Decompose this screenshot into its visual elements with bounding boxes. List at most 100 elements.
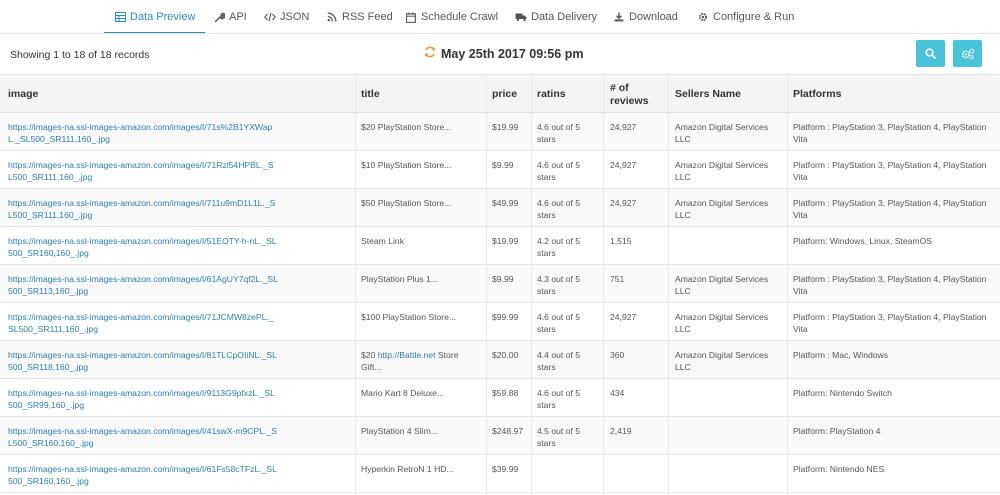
column-header-image[interactable]: image bbox=[8, 75, 38, 114]
price-cell: $49.99 bbox=[492, 198, 519, 208]
tab-data-delivery[interactable]: Data Delivery bbox=[515, 0, 597, 34]
calendar-icon bbox=[405, 11, 417, 23]
truck-icon bbox=[515, 11, 527, 23]
timestamp-text: May 25th 2017 09:56 pm bbox=[441, 46, 584, 61]
seller-cell: Amazon Digital Services LLC bbox=[675, 274, 769, 296]
tab-json[interactable]: JSON bbox=[264, 0, 309, 34]
tab-configure-run[interactable]: Configure & Run bbox=[697, 0, 794, 34]
image-url-link[interactable]: https://images-na.ssl-images-amazon.com/… bbox=[8, 311, 278, 335]
refresh-icon[interactable] bbox=[424, 46, 436, 61]
image-url-link[interactable]: https://images-na.ssl-images-amazon.com/… bbox=[8, 235, 278, 259]
tab-label: Schedule Crawl bbox=[421, 11, 499, 23]
image-url-link[interactable]: https://images-na.ssl-images-amazon.com/… bbox=[8, 273, 278, 297]
table-row[interactable]: https://images-na.ssl-images-amazon.com/… bbox=[0, 417, 1000, 455]
reviews-cell: 1,515 bbox=[610, 236, 632, 246]
image-url-link[interactable]: https://images-na.ssl-images-amazon.com/… bbox=[8, 387, 278, 411]
price-cell: $20.00 bbox=[492, 350, 519, 360]
search-button[interactable] bbox=[916, 40, 945, 67]
price-cell: $99.99 bbox=[492, 312, 519, 322]
reviews-cell: 2,419 bbox=[610, 426, 632, 436]
gear-icon bbox=[697, 11, 709, 23]
platforms-cell: Platform : PlayStation 3, PlayStation 4,… bbox=[793, 312, 987, 334]
title-cell: $100 PlayStation Store... bbox=[361, 312, 457, 322]
download-icon bbox=[613, 11, 625, 23]
platforms-cell: Platform : Mac, Windows bbox=[793, 350, 889, 360]
reviews-cell: 751 bbox=[610, 274, 625, 284]
tab-label: Configure & Run bbox=[713, 11, 795, 23]
image-url-link[interactable]: https://images-na.ssl-images-amazon.com/… bbox=[8, 463, 278, 487]
reviews-cell: 360 bbox=[610, 350, 625, 360]
title-cell: Mario Kart 8 Deluxe... bbox=[361, 388, 445, 398]
column-divider bbox=[787, 74, 788, 495]
table-row[interactable]: https://images-na.ssl-images-amazon.com/… bbox=[0, 455, 1000, 493]
column-divider bbox=[668, 74, 669, 495]
price-cell: $9.99 bbox=[492, 274, 514, 284]
crawl-timestamp: May 25th 2017 09:56 pm bbox=[424, 46, 583, 61]
price-cell: $9.99 bbox=[492, 160, 514, 170]
column-header-sellers-name[interactable]: Sellers Name bbox=[675, 75, 741, 114]
column-divider bbox=[603, 74, 604, 495]
platforms-cell: Platform: Nintendo NES bbox=[793, 464, 885, 474]
column-header-title[interactable]: title bbox=[361, 75, 380, 114]
title-prefix: $20 bbox=[361, 350, 378, 360]
image-url-link[interactable]: https://images-na.ssl-images-amazon.com/… bbox=[8, 197, 278, 221]
table-row[interactable]: https://images-na.ssl-images-amazon.com/… bbox=[0, 265, 1000, 303]
rating-cell: 4.6 out of 5 stars bbox=[537, 122, 581, 144]
table-row[interactable]: https://images-na.ssl-images-amazon.com/… bbox=[0, 189, 1000, 227]
tab-bar: Data Preview API JSON RSS Feed Schedule … bbox=[0, 0, 1000, 34]
table-header: image title price ratins # of reviews Se… bbox=[0, 74, 1000, 113]
rating-cell: 4.2 out of 5 stars bbox=[537, 236, 581, 258]
tab-schedule-crawl[interactable]: Schedule Crawl bbox=[405, 0, 498, 34]
seller-cell: Amazon Digital Services LLC bbox=[675, 198, 769, 220]
price-cell: $248.97 bbox=[492, 426, 524, 436]
table-row[interactable]: https://images-na.ssl-images-amazon.com/… bbox=[0, 151, 1000, 189]
column-header-reviews[interactable]: # of reviews bbox=[610, 75, 660, 114]
title-cell: $20 http://Battle.net Store Gift... bbox=[361, 349, 476, 373]
reviews-cell: 24,927 bbox=[610, 122, 637, 132]
seller-cell: Amazon Digital Services LLC bbox=[675, 350, 769, 372]
seller-cell: Amazon Digital Services LLC bbox=[675, 312, 769, 334]
table-row[interactable]: https://images-na.ssl-images-amazon.com/… bbox=[0, 379, 1000, 417]
column-header-price[interactable]: price bbox=[492, 75, 517, 114]
rating-cell: 4.6 out of 5 stars bbox=[537, 198, 581, 220]
platforms-cell: Platform : PlayStation 3, PlayStation 4,… bbox=[793, 122, 987, 144]
tab-rss-feed[interactable]: RSS Feed bbox=[326, 0, 393, 34]
image-url-link[interactable]: https://images-na.ssl-images-amazon.com/… bbox=[8, 349, 278, 373]
title-cell: $50 PlayStation Store... bbox=[361, 198, 452, 208]
tab-label: RSS Feed bbox=[342, 11, 393, 23]
title-cell: $20 PlayStation Store... bbox=[361, 122, 452, 132]
tab-label: Data Delivery bbox=[531, 11, 598, 23]
rating-cell: 4.4 out of 5 stars bbox=[537, 350, 581, 372]
column-header-ratings[interactable]: ratins bbox=[537, 75, 566, 114]
image-url-link[interactable]: https://images-na.ssl-images-amazon.com/… bbox=[8, 121, 278, 145]
tab-label: API bbox=[229, 11, 247, 23]
reviews-cell: 24,927 bbox=[610, 312, 637, 322]
image-url-link[interactable]: https://images-na.ssl-images-amazon.com/… bbox=[8, 159, 278, 183]
seller-cell: Amazon Digital Services LLC bbox=[675, 122, 769, 144]
platforms-cell: Platform : PlayStation 3, PlayStation 4,… bbox=[793, 198, 987, 220]
table-row[interactable]: https://images-na.ssl-images-amazon.com/… bbox=[0, 341, 1000, 379]
rating-cell: 4.6 out of 5 stars bbox=[537, 388, 581, 410]
column-divider bbox=[355, 74, 356, 495]
reviews-cell: 434 bbox=[610, 388, 625, 398]
table-row[interactable]: https://images-na.ssl-images-amazon.com/… bbox=[0, 303, 1000, 341]
settings-button[interactable] bbox=[953, 40, 982, 67]
price-cell: $19.99 bbox=[492, 236, 519, 246]
tab-download[interactable]: Download bbox=[613, 0, 678, 34]
code-icon bbox=[264, 11, 276, 23]
table-row[interactable]: https://images-na.ssl-images-amazon.com/… bbox=[0, 113, 1000, 151]
title-cell: PlayStation Plus 1... bbox=[361, 274, 438, 284]
title-inline-link[interactable]: http://Battle.net bbox=[378, 350, 436, 360]
table-row[interactable]: https://images-na.ssl-images-amazon.com/… bbox=[0, 227, 1000, 265]
seller-cell: Amazon Digital Services LLC bbox=[675, 160, 769, 182]
tab-api[interactable]: API bbox=[213, 0, 247, 34]
platforms-cell: Platform : PlayStation 3, PlayStation 4,… bbox=[793, 274, 987, 296]
search-icon bbox=[925, 48, 936, 59]
table-icon bbox=[114, 11, 126, 23]
platforms-cell: Platform: PlayStation 4 bbox=[793, 426, 881, 436]
column-header-platforms[interactable]: Platforms bbox=[793, 75, 841, 114]
wrench-icon bbox=[213, 11, 225, 23]
tab-data-preview[interactable]: Data Preview bbox=[103, 0, 206, 34]
image-url-link[interactable]: https://images-na.ssl-images-amazon.com/… bbox=[8, 425, 278, 449]
column-divider bbox=[486, 74, 487, 495]
